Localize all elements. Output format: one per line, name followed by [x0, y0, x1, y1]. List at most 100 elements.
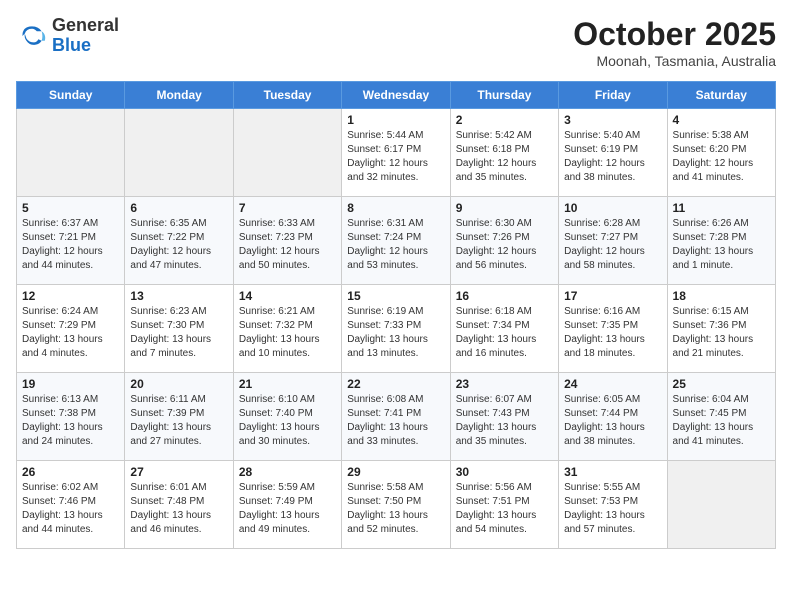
calendar-cell	[667, 461, 775, 549]
day-number: 26	[22, 465, 119, 479]
day-number: 29	[347, 465, 444, 479]
calendar-week-4: 19 Sunrise: 6:13 AM Sunset: 7:38 PM Dayli…	[17, 373, 776, 461]
calendar-cell: 29Sunrise: 5:58 AM Sunset: 7:50 PM Dayli…	[342, 461, 450, 549]
month-title: October 2025	[573, 16, 776, 53]
day-header-wednesday: Wednesday	[342, 82, 450, 109]
day-number: 22	[347, 377, 444, 391]
calendar-cell: 11 Sunrise: 6:26 AM Sunset: 7:28 PM Dayli…	[667, 197, 775, 285]
calendar-cell: 18Sunrise: 6:15 AM Sunset: 7:36 PM Dayli…	[667, 285, 775, 373]
cell-content: Sunrise: 6:08 AM Sunset: 7:41 PM Dayligh…	[347, 393, 444, 449]
day-header-monday: Monday	[125, 82, 233, 109]
cell-content: Sunrise: 6:16 AM Sunset: 7:35 PM Dayligh…	[564, 305, 661, 361]
day-number: 17	[564, 289, 661, 303]
day-header-thursday: Thursday	[450, 82, 558, 109]
day-number: 31	[564, 465, 661, 479]
calendar-week-3: 12 Sunrise: 6:24 AM Sunset: 7:29 PM Dayli…	[17, 285, 776, 373]
calendar-cell: 21Sunrise: 6:10 AM Sunset: 7:40 PM Dayli…	[233, 373, 341, 461]
day-number: 4	[673, 113, 770, 127]
cell-content: Sunrise: 6:23 AM Sunset: 7:30 PM Dayligh…	[130, 305, 227, 361]
calendar-cell: 25 Sunrise: 6:04 AM Sunset: 7:45 PM Dayli…	[667, 373, 775, 461]
cell-content: Sunrise: 6:02 AM Sunset: 7:46 PM Dayligh…	[22, 481, 119, 537]
calendar-header-row: SundayMondayTuesdayWednesdayThursdayFrid…	[17, 82, 776, 109]
day-number: 12	[22, 289, 119, 303]
calendar-cell: 27Sunrise: 6:01 AM Sunset: 7:48 PM Dayli…	[125, 461, 233, 549]
calendar-cell: 16 Sunrise: 6:18 AM Sunset: 7:34 PM Dayli…	[450, 285, 558, 373]
day-number: 8	[347, 201, 444, 215]
calendar-cell: 4 Sunrise: 5:38 AM Sunset: 6:20 PM Daylig…	[667, 109, 775, 197]
day-number: 13	[130, 289, 227, 303]
calendar-week-1: 1 Sunrise: 5:44 AM Sunset: 6:17 PM Daylig…	[17, 109, 776, 197]
cell-content: Sunrise: 6:13 AM Sunset: 7:38 PM Dayligh…	[22, 393, 119, 449]
cell-content: Sunrise: 6:18 AM Sunset: 7:34 PM Dayligh…	[456, 305, 553, 361]
calendar-cell: 1 Sunrise: 5:44 AM Sunset: 6:17 PM Daylig…	[342, 109, 450, 197]
day-number: 16	[456, 289, 553, 303]
location: Moonah, Tasmania, Australia	[573, 53, 776, 69]
day-number: 7	[239, 201, 336, 215]
cell-content: Sunrise: 6:19 AM Sunset: 7:33 PM Dayligh…	[347, 305, 444, 361]
cell-content: Sunrise: 6:31 AM Sunset: 7:24 PM Dayligh…	[347, 217, 444, 273]
cell-content: Sunrise: 6:04 AM Sunset: 7:45 PM Dayligh…	[673, 393, 770, 449]
calendar-table: SundayMondayTuesdayWednesdayThursdayFrid…	[16, 81, 776, 549]
cell-content: Sunrise: 6:11 AM Sunset: 7:39 PM Dayligh…	[130, 393, 227, 449]
title-block: October 2025 Moonah, Tasmania, Australia	[573, 16, 776, 69]
calendar-cell	[233, 109, 341, 197]
cell-content: Sunrise: 6:28 AM Sunset: 7:27 PM Dayligh…	[564, 217, 661, 273]
calendar-cell: 20 Sunrise: 6:11 AM Sunset: 7:39 PM Dayli…	[125, 373, 233, 461]
cell-content: Sunrise: 6:33 AM Sunset: 7:23 PM Dayligh…	[239, 217, 336, 273]
day-number: 1	[347, 113, 444, 127]
day-number: 18	[673, 289, 770, 303]
cell-content: Sunrise: 6:10 AM Sunset: 7:40 PM Dayligh…	[239, 393, 336, 449]
calendar-cell: 7 Sunrise: 6:33 AM Sunset: 7:23 PM Daylig…	[233, 197, 341, 285]
calendar-cell: 10 Sunrise: 6:28 AM Sunset: 7:27 PM Dayli…	[559, 197, 667, 285]
day-number: 28	[239, 465, 336, 479]
calendar-cell: 5Sunrise: 6:37 AM Sunset: 7:21 PM Daylig…	[17, 197, 125, 285]
day-number: 10	[564, 201, 661, 215]
day-header-sunday: Sunday	[17, 82, 125, 109]
day-number: 3	[564, 113, 661, 127]
calendar-cell	[125, 109, 233, 197]
day-header-saturday: Saturday	[667, 82, 775, 109]
cell-content: Sunrise: 6:05 AM Sunset: 7:44 PM Dayligh…	[564, 393, 661, 449]
calendar-cell: 6Sunrise: 6:35 AM Sunset: 7:22 PM Daylig…	[125, 197, 233, 285]
day-number: 20	[130, 377, 227, 391]
day-header-tuesday: Tuesday	[233, 82, 341, 109]
calendar-week-5: 26 Sunrise: 6:02 AM Sunset: 7:46 PM Dayli…	[17, 461, 776, 549]
cell-content: Sunrise: 5:38 AM Sunset: 6:20 PM Dayligh…	[673, 129, 770, 185]
cell-content: Sunrise: 6:24 AM Sunset: 7:29 PM Dayligh…	[22, 305, 119, 361]
day-number: 24	[564, 377, 661, 391]
calendar-cell	[17, 109, 125, 197]
calendar-week-2: 5Sunrise: 6:37 AM Sunset: 7:21 PM Daylig…	[17, 197, 776, 285]
logo: General Blue	[16, 16, 119, 56]
cell-content: Sunrise: 5:55 AM Sunset: 7:53 PM Dayligh…	[564, 481, 661, 537]
calendar-cell: 14Sunrise: 6:21 AM Sunset: 7:32 PM Dayli…	[233, 285, 341, 373]
calendar-cell: 15Sunrise: 6:19 AM Sunset: 7:33 PM Dayli…	[342, 285, 450, 373]
cell-content: Sunrise: 6:35 AM Sunset: 7:22 PM Dayligh…	[130, 217, 227, 273]
calendar-cell: 13 Sunrise: 6:23 AM Sunset: 7:30 PM Dayli…	[125, 285, 233, 373]
day-number: 27	[130, 465, 227, 479]
calendar-cell: 9Sunrise: 6:30 AM Sunset: 7:26 PM Daylig…	[450, 197, 558, 285]
day-number: 11	[673, 201, 770, 215]
calendar-cell: 19 Sunrise: 6:13 AM Sunset: 7:38 PM Dayli…	[17, 373, 125, 461]
calendar-cell: 22 Sunrise: 6:08 AM Sunset: 7:41 PM Dayli…	[342, 373, 450, 461]
day-number: 25	[673, 377, 770, 391]
cell-content: Sunrise: 6:21 AM Sunset: 7:32 PM Dayligh…	[239, 305, 336, 361]
cell-content: Sunrise: 5:40 AM Sunset: 6:19 PM Dayligh…	[564, 129, 661, 185]
cell-content: Sunrise: 5:44 AM Sunset: 6:17 PM Dayligh…	[347, 129, 444, 185]
day-number: 19	[22, 377, 119, 391]
page-header: General Blue October 2025 Moonah, Tasman…	[16, 16, 776, 69]
day-number: 30	[456, 465, 553, 479]
cell-content: Sunrise: 5:56 AM Sunset: 7:51 PM Dayligh…	[456, 481, 553, 537]
calendar-cell: 2Sunrise: 5:42 AM Sunset: 6:18 PM Daylig…	[450, 109, 558, 197]
calendar-cell: 3 Sunrise: 5:40 AM Sunset: 6:19 PM Daylig…	[559, 109, 667, 197]
logo-icon	[16, 20, 48, 52]
cell-content: Sunrise: 6:37 AM Sunset: 7:21 PM Dayligh…	[22, 217, 119, 273]
cell-content: Sunrise: 6:26 AM Sunset: 7:28 PM Dayligh…	[673, 217, 770, 273]
day-number: 2	[456, 113, 553, 127]
calendar-cell: 8 Sunrise: 6:31 AM Sunset: 7:24 PM Daylig…	[342, 197, 450, 285]
cell-content: Sunrise: 6:07 AM Sunset: 7:43 PM Dayligh…	[456, 393, 553, 449]
calendar-cell: 12 Sunrise: 6:24 AM Sunset: 7:29 PM Dayli…	[17, 285, 125, 373]
calendar-cell: 17 Sunrise: 6:16 AM Sunset: 7:35 PM Dayli…	[559, 285, 667, 373]
cell-content: Sunrise: 6:30 AM Sunset: 7:26 PM Dayligh…	[456, 217, 553, 273]
calendar-cell: 26 Sunrise: 6:02 AM Sunset: 7:46 PM Dayli…	[17, 461, 125, 549]
logo-text: General Blue	[52, 16, 119, 56]
